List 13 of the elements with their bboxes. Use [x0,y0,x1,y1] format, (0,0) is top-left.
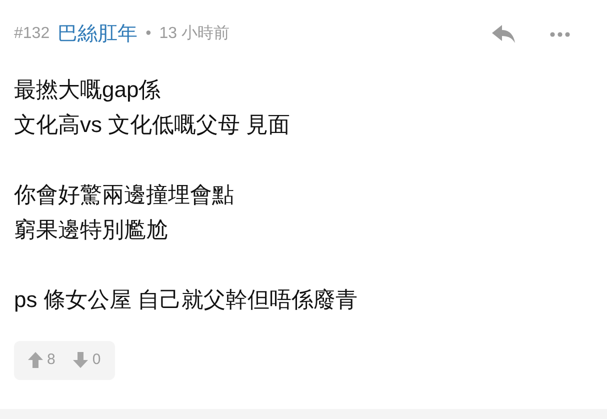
separator-dot: • [146,24,152,44]
post-paragraph: 你會好驚兩邊撞埋會點 窮果邊特別尷尬 [14,181,235,244]
more-icon[interactable] [550,32,570,36]
downvote-icon[interactable] [73,352,88,368]
post-time: 13 小時前 [159,24,230,44]
upvote-icon[interactable] [28,352,43,368]
post-number: #132 [14,24,50,44]
post-paragraph: ps 條女公屋 自己就父幹但唔係廢青 [14,286,358,314]
upvote-count: 8 [47,350,56,370]
post-paragraph: 最撚大嘅gap係 文化高vs 文化低嘅父母 見面 [14,76,292,139]
reply-icon[interactable] [492,25,516,43]
author-name[interactable]: 巴絲肛年 [58,19,138,49]
downvote-count: 0 [92,350,101,370]
